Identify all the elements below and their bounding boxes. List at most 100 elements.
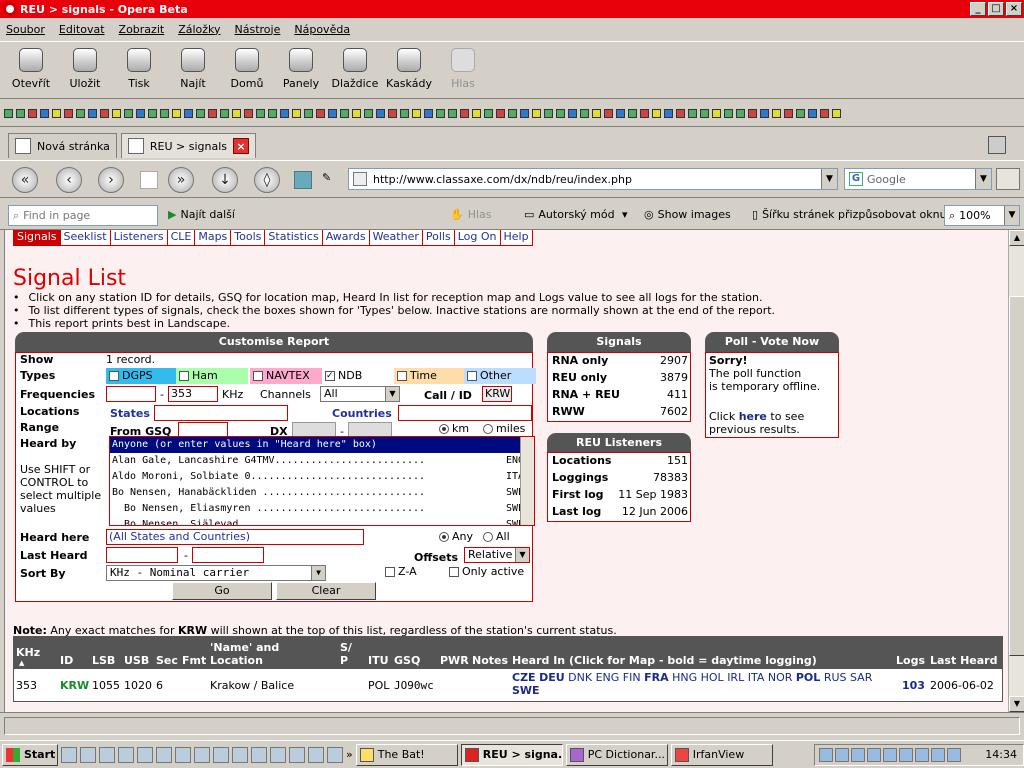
start-button[interactable]: Start	[2, 743, 58, 766]
sitenav-polls[interactable]: Polls	[421, 230, 455, 246]
bookmark-icon[interactable]	[256, 109, 265, 118]
bookmark-icon[interactable]	[52, 109, 61, 118]
col-fmt[interactable]: Fmt	[182, 654, 206, 667]
col-name-2[interactable]: Location	[210, 654, 263, 667]
save-button[interactable]: Uložit	[58, 42, 112, 98]
bookmark-icon[interactable]	[832, 109, 841, 118]
quicklaunch-icon[interactable]	[251, 746, 267, 763]
countries-input[interactable]	[398, 405, 532, 421]
sitenav-weather[interactable]: Weather	[368, 230, 423, 246]
col-logs[interactable]: Logs	[896, 654, 925, 667]
sitenav-seeklist[interactable]: Seeklist	[59, 230, 111, 246]
clear-button[interactable]: Clear	[276, 582, 376, 600]
bookmark-icon[interactable]	[736, 109, 745, 118]
bookmark-icon[interactable]	[400, 109, 409, 118]
bookmark-icon[interactable]	[328, 109, 337, 118]
sitenav-awards[interactable]: Awards	[321, 230, 370, 246]
bookmark-icon[interactable]	[460, 109, 469, 118]
heardby-option[interactable]: Bo Nensen, Hanabäckliden ...............…	[110, 485, 534, 501]
bookmark-icon[interactable]	[784, 109, 793, 118]
sitenav-help[interactable]: Help	[499, 230, 533, 246]
heardin-country-link[interactable]: HNG	[672, 671, 697, 684]
find-in-page-input[interactable]: ⌕ Find in page	[8, 205, 158, 226]
freq-to-input[interactable]: 353	[168, 386, 218, 402]
bookmark-icon[interactable]	[268, 109, 277, 118]
bookmark-icon[interactable]	[40, 109, 49, 118]
bookmark-icon[interactable]	[436, 109, 445, 118]
bookmark-icon[interactable]	[496, 109, 505, 118]
col-last[interactable]: Last Heard	[930, 654, 997, 667]
scroll-thumb[interactable]	[1009, 296, 1024, 656]
bookmark-icon[interactable]	[544, 109, 553, 118]
stop-icon[interactable]	[140, 171, 158, 189]
tray-icon[interactable]	[819, 747, 833, 762]
tray-icon[interactable]	[835, 747, 849, 762]
bookmark-icon[interactable]	[532, 109, 541, 118]
type-time-checkbox[interactable]: Time	[394, 368, 466, 384]
notes-icon[interactable]: ✎	[322, 171, 340, 189]
quicklaunch-icon[interactable]	[80, 746, 96, 763]
col-pwr[interactable]: PWR	[440, 654, 469, 667]
tab-new-page[interactable]: Nová stránka	[8, 133, 117, 158]
heardin-country-link[interactable]: IRL	[727, 671, 744, 684]
more-quicklaunch-icon[interactable]: »	[346, 748, 353, 761]
task-irfanview[interactable]: IrfanView	[670, 743, 773, 766]
cascade-button[interactable]: Kaskády	[382, 42, 436, 98]
bookmark-icon[interactable]	[820, 109, 829, 118]
bookmark-icon[interactable]	[748, 109, 757, 118]
sitenav-statistics[interactable]: Statistics	[264, 230, 323, 246]
quicklaunch-icon[interactable]	[175, 746, 191, 763]
quicklaunch-icon[interactable]	[156, 746, 172, 763]
lastheard-from-input[interactable]	[106, 547, 178, 563]
bookmark-icon[interactable]	[294, 171, 312, 189]
fit-width-button[interactable]: ▯ Šířku stránek přizpůsobovat oknu	[752, 208, 947, 221]
bookmark-icon[interactable]	[484, 109, 493, 118]
col-gsq[interactable]: GSQ	[394, 654, 420, 667]
task-pc-dictionary[interactable]: PC Dictionar...	[565, 743, 668, 766]
km-radio[interactable]: km	[436, 421, 469, 437]
listbox-scrollbar[interactable]	[520, 437, 534, 525]
bookmark-icon[interactable]	[208, 109, 217, 118]
cell-id[interactable]: KRW	[60, 679, 89, 692]
bookmark-icon[interactable]	[580, 109, 589, 118]
back-icon[interactable]: ‹	[56, 167, 82, 193]
col-notes[interactable]: Notes	[472, 654, 508, 667]
sitenav-maps[interactable]: Maps	[194, 230, 232, 246]
heardin-country-link[interactable]: SWE	[512, 684, 540, 697]
col-sp-2[interactable]: P	[340, 654, 348, 667]
bookmark-icon[interactable]	[172, 109, 181, 118]
task-opera[interactable]: REU > signa...	[460, 743, 563, 766]
heardin-country-link[interactable]: ENG	[596, 671, 620, 684]
bookmark-icon[interactable]	[772, 109, 781, 118]
task-thebat[interactable]: The Bat!	[355, 743, 458, 766]
offsets-select[interactable]: Relative ▼	[464, 547, 530, 563]
bookmark-icon[interactable]	[232, 109, 241, 118]
quicklaunch-icon[interactable]	[232, 746, 248, 763]
col-heardin[interactable]: Heard In (Click for Map - bold = daytime…	[512, 654, 817, 667]
quicklaunch-icon[interactable]	[118, 746, 134, 763]
bookmark-icon[interactable]	[88, 109, 97, 118]
bookmark-icon[interactable]	[16, 109, 25, 118]
heardin-country-link[interactable]: FIN	[623, 671, 641, 684]
lastheard-to-input[interactable]	[192, 547, 264, 563]
menu-nastroje[interactable]: Nástroje	[235, 23, 281, 36]
bookmark-icon[interactable]	[376, 109, 385, 118]
sitenav-cle[interactable]: CLE	[166, 230, 196, 246]
zoom-select[interactable]: ⌕ 100% ▼	[944, 205, 1020, 226]
bookmark-icon[interactable]	[100, 109, 109, 118]
any-radio[interactable]: Any	[436, 529, 473, 545]
menu-napoveda[interactable]: Nápověda	[294, 23, 350, 36]
maximize-button[interactable]: □	[988, 2, 1004, 16]
tray-icon[interactable]	[867, 747, 881, 762]
heardby-option[interactable]: Aldo Moroni, Solbiate 0.................…	[110, 469, 534, 485]
scroll-down-icon[interactable]: ▼	[1009, 696, 1024, 712]
menu-editovat[interactable]: Editovat	[59, 23, 105, 36]
bookmark-icon[interactable]	[724, 109, 733, 118]
bookmark-icon[interactable]	[568, 109, 577, 118]
channels-select[interactable]: All ▼	[320, 386, 400, 402]
bookmark-icon[interactable]	[628, 109, 637, 118]
col-lsb[interactable]: LSB	[92, 654, 115, 667]
col-itu[interactable]: ITU	[368, 654, 389, 667]
col-id[interactable]: ID	[60, 654, 73, 667]
states-input[interactable]	[154, 405, 288, 421]
